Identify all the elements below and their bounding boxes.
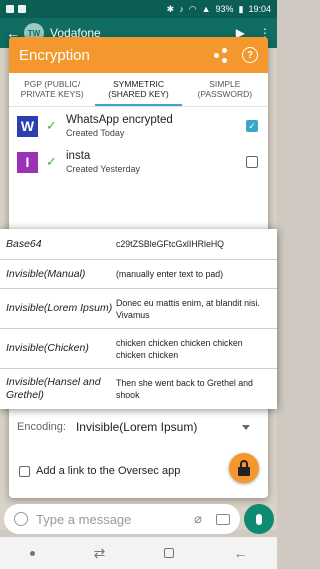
encrypt-lock-button[interactable] (229, 453, 259, 483)
tab-pgp[interactable]: PGP (PUBLIC/ PRIVATE KEYS) (9, 73, 95, 106)
system-status-icons: ✱ ♪ ◠ ▲ 93% ▮ 19:04 (167, 4, 271, 15)
encoding-selector[interactable]: Encoding: Invisible(Lorem Ipsum) (9, 409, 268, 445)
notification-icons (6, 5, 26, 13)
key-created: Created Today (66, 128, 125, 138)
key-name: insta (66, 150, 91, 162)
encoding-options-popup: Base64 c29tZSBleGFtcGxlIHRleHQ Invisible… (0, 229, 277, 409)
dialog-title: Encryption (19, 46, 90, 64)
recents-icon[interactable]: ⇄ (94, 545, 106, 562)
image-notification-icon (6, 5, 14, 13)
option-sample: Then she went back to Grethel and shook (116, 378, 253, 400)
message-compose-field[interactable]: Type a message ⌀ (4, 504, 240, 534)
oversec-link-label[interactable]: Add a link to the Oversec app (36, 465, 180, 477)
key-select-checkbox[interactable]: ✓ (246, 120, 258, 132)
mute-icon: ♪ (179, 4, 184, 14)
encoding-option-invisible-hansel[interactable]: Invisible(Hansel and Grethel) Then she w… (0, 369, 277, 409)
oversec-link-checkbox[interactable] (19, 465, 30, 477)
key-avatar: I (17, 151, 38, 173)
share-icon[interactable] (214, 48, 228, 63)
option-name: Invisible(Hansel and Grethel) (6, 376, 101, 401)
option-name: Invisible(Chicken) (6, 342, 89, 354)
key-avatar: W (17, 115, 38, 137)
encoding-label: Encoding: (17, 421, 66, 433)
key-type-tabs: PGP (PUBLIC/ PRIVATE KEYS) SYMMETRIC (SH… (9, 73, 268, 107)
option-sample: chicken chicken chicken chicken chicken … (116, 337, 243, 360)
emoji-icon[interactable] (14, 512, 28, 526)
encoding-value[interactable]: Invisible(Lorem Ipsum) (76, 420, 197, 434)
key-created: Created Yesterday (66, 164, 141, 174)
dropdown-arrow-icon[interactable] (242, 424, 250, 430)
battery-icon: ▮ (238, 3, 244, 14)
key-name: WhatsApp encrypted (66, 114, 173, 126)
encoding-option-base64[interactable]: Base64 c29tZSBleGFtcGxlIHRleHQ (0, 229, 277, 260)
voice-message-button[interactable] (244, 504, 274, 534)
mic-icon (256, 513, 262, 525)
option-name: Invisible(Lorem Ipsum) (6, 302, 113, 314)
signal-icon: ▲ (201, 4, 211, 14)
home-icon[interactable] (164, 548, 175, 558)
encoding-option-invisible-lorem[interactable]: Invisible(Lorem Ipsum) Donec eu mattis e… (0, 289, 277, 329)
camera-icon[interactable] (216, 513, 230, 525)
battery-percent: 93% (215, 4, 234, 14)
option-sample: (manually enter text to pad) (116, 269, 224, 279)
key-text: insta Created Yesterday (66, 150, 140, 174)
verified-check-icon: ✓ (46, 154, 57, 169)
verified-check-icon: ✓ (46, 118, 57, 133)
app-notification-icon (18, 5, 26, 13)
option-name: Invisible(Manual) (6, 267, 86, 280)
encoding-option-invisible-manual[interactable]: Invisible(Manual) (manually enter text t… (0, 260, 277, 289)
tab-simple[interactable]: SIMPLE (PASSWORD) (182, 73, 268, 106)
key-select-checkbox[interactable] (246, 156, 258, 168)
dialog-header-actions: ? (214, 47, 258, 63)
compose-placeholder: Type a message (36, 511, 132, 527)
status-bar: ✱ ♪ ◠ ▲ 93% ▮ 19:04 (0, 0, 277, 18)
bluetooth-icon: ✱ (166, 3, 175, 14)
key-row-whatsapp[interactable]: W ✓ WhatsApp encrypted Created Today ✓ (9, 111, 268, 141)
option-name: Base64 (6, 237, 42, 250)
option-sample: c29tZSBleGFtcGxlIHRleHQ (116, 239, 225, 249)
nav-dot-icon[interactable] (29, 550, 35, 556)
attach-icon[interactable]: ⌀ (194, 511, 202, 527)
help-icon[interactable]: ? (242, 47, 258, 63)
lock-icon-body (238, 467, 250, 476)
wifi-icon: ◠ (188, 3, 197, 14)
clock: 19:04 (248, 4, 271, 14)
tab-symmetric[interactable]: SYMMETRIC (SHARED KEY) (95, 73, 182, 106)
dialog-header: Encryption ? (9, 37, 268, 73)
key-text: WhatsApp encrypted Created Today (66, 114, 173, 138)
encoding-option-invisible-chicken[interactable]: Invisible(Chicken) chicken chicken chick… (0, 329, 277, 369)
key-row-insta[interactable]: I ✓ insta Created Yesterday (9, 147, 268, 177)
option-sample: Donec eu mattis enim, at blandit nisi. V… (116, 297, 260, 320)
system-nav-bar: ⇄ ← (0, 537, 277, 569)
nav-back-icon[interactable]: ← (233, 545, 247, 561)
